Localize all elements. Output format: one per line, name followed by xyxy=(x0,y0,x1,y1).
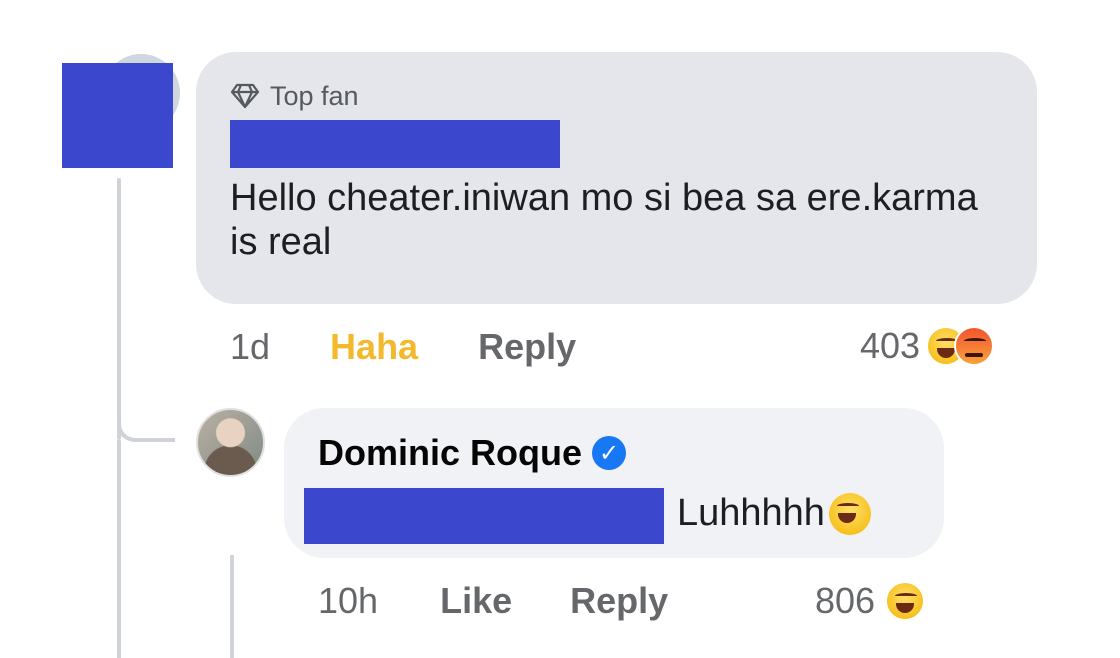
reaction-count: 403 xyxy=(860,325,921,366)
redaction-box xyxy=(230,120,560,168)
thread-line xyxy=(117,178,121,440)
reaction-summary[interactable]: 403 xyxy=(860,325,995,367)
reply-actions: 10h Like Reply xyxy=(318,580,668,622)
reply-button[interactable]: Reply xyxy=(478,326,576,368)
thread-line-reply xyxy=(230,555,234,658)
angry-icon xyxy=(954,326,995,366)
comment-text: Hello cheater.iniwan mo si bea sa ere.ka… xyxy=(230,177,978,263)
thread-line xyxy=(117,440,121,658)
reply-timestamp[interactable]: 10h xyxy=(318,580,378,622)
avatar[interactable] xyxy=(196,408,265,477)
comment-timestamp[interactable]: 1d xyxy=(230,326,270,368)
tears-of-joy-icon xyxy=(828,492,871,535)
verified-badge-icon: ✓ xyxy=(592,436,627,470)
reply-text: Luhhhhh xyxy=(677,492,871,535)
reaction-summary[interactable]: 806 xyxy=(815,580,926,622)
reply-button[interactable]: Reply xyxy=(570,580,668,622)
haha-icon xyxy=(885,581,926,621)
badge-label: Top fan xyxy=(270,80,359,111)
comment-actions: 1d Haha Reply xyxy=(230,326,576,368)
diamond-icon xyxy=(230,83,260,109)
like-button[interactable]: Like xyxy=(440,580,512,622)
redaction-box xyxy=(62,63,173,168)
thread-connector xyxy=(117,406,175,442)
top-fan-badge: Top fan xyxy=(230,80,359,112)
reply-author[interactable]: Dominic Roque ✓ xyxy=(318,432,627,474)
haha-reaction-button[interactable]: Haha xyxy=(330,326,418,368)
reply-text-content: Luhhhhh xyxy=(677,492,825,534)
redaction-box xyxy=(304,488,664,544)
reaction-count: 806 xyxy=(815,580,876,621)
author-name[interactable]: Dominic Roque xyxy=(318,432,582,474)
